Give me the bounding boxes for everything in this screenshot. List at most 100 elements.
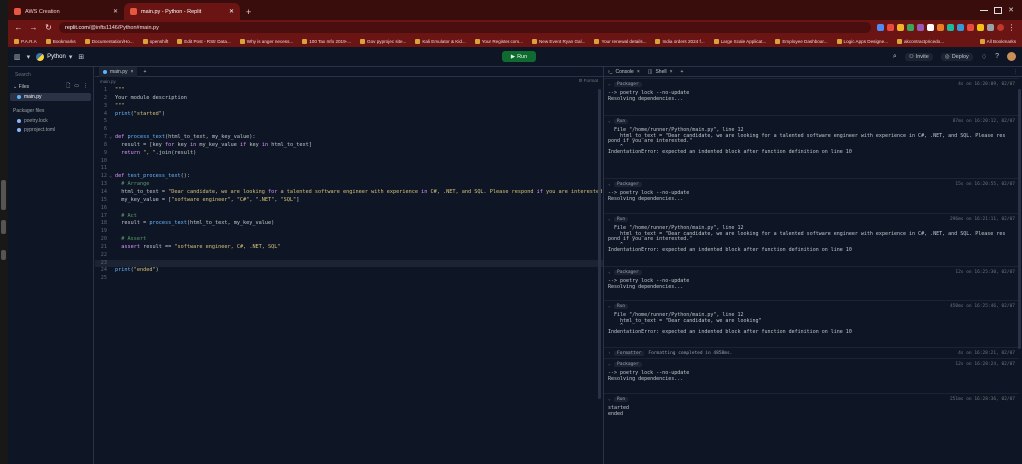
- extension-icon[interactable]: [967, 24, 974, 31]
- bookmark-item[interactable]: Your renewal details...: [594, 38, 646, 44]
- close-tab-icon[interactable]: ✕: [113, 8, 118, 15]
- extension-icon[interactable]: [937, 24, 944, 31]
- maximize-icon[interactable]: [994, 6, 1003, 14]
- tab-main-py[interactable]: main.py ×: [99, 66, 138, 77]
- entry-header[interactable]: ⌄ Run 296ms on 16:21:11, 02/07: [604, 215, 1019, 223]
- tab-console[interactable]: ›_ Console ×: [608, 69, 640, 75]
- help-icon[interactable]: ?: [995, 53, 999, 60]
- chevron-down-icon[interactable]: ⌄: [13, 84, 17, 90]
- bookmark-item[interactable]: Your Register.com...: [474, 38, 523, 44]
- new-file-icon[interactable]: 🗋: [66, 83, 70, 91]
- extension-icon[interactable]: [957, 24, 964, 31]
- bookmark-item[interactable]: Documentation/Ho...: [84, 38, 134, 44]
- format-button[interactable]: ⚙ Format: [578, 78, 598, 84]
- code-line[interactable]: 21 assert result == "software engineer, …: [95, 244, 603, 252]
- browser-tab-aws[interactable]: AWS Creation ✕: [8, 3, 124, 20]
- url-bar[interactable]: replit.com/@infts1146/Python#main.py: [59, 22, 871, 33]
- bookmark-item[interactable]: akcontractpricedo...: [896, 38, 944, 44]
- extension-icon[interactable]: [907, 24, 914, 31]
- bookmark-item[interactable]: Why is anger necess...: [239, 38, 293, 44]
- menu-dots-icon[interactable]: ⋮: [1007, 23, 1016, 32]
- entry-header[interactable]: ⌄ Packager 4s on 16:20:09, 02/07: [604, 80, 1019, 88]
- code-line[interactable]: 9 return ", ".join(result): [95, 150, 603, 158]
- code-line[interactable]: 6: [95, 126, 603, 134]
- bookmark-item[interactable]: New Event Ryan Gal...: [531, 38, 585, 44]
- code-line[interactable]: 8 result = [key for key in my_key_value …: [95, 142, 603, 150]
- bookmark-item[interactable]: Edit Post - RStr Data...: [177, 38, 231, 44]
- entry-header[interactable]: ⌄ Run 450ms on 16:25:46, 02/07: [604, 302, 1019, 310]
- code-line[interactable]: 20 # Assert: [95, 236, 603, 244]
- invite-button[interactable]: ⚇ Invite: [904, 52, 933, 61]
- file-item-pyproject-toml[interactable]: pyproject.toml: [10, 126, 91, 134]
- code-line[interactable]: 18 result = process_text(html_to_text, m…: [95, 220, 603, 228]
- code-line[interactable]: 14 html_to_text = "Dear candidate, we ar…: [95, 189, 609, 197]
- extension-icon[interactable]: [947, 24, 954, 31]
- code-line[interactable]: 2 Your module description: [95, 95, 603, 103]
- code-line[interactable]: 23: [95, 259, 603, 268]
- layout-icon[interactable]: ⊞: [78, 53, 84, 61]
- editor-scrollbar[interactable]: [598, 89, 601, 399]
- tab-shell[interactable]: ◫ Shell ×: [648, 69, 673, 75]
- deploy-button[interactable]: ◎ Deploy: [940, 52, 973, 61]
- entry-header[interactable]: ⌄ Packager 12s on 16:28:24, 02/07: [604, 360, 1019, 368]
- more-options-icon[interactable]: ⋮: [1013, 69, 1018, 75]
- code-line[interactable]: 13 # Arrange: [95, 181, 603, 189]
- browser-tab-replit[interactable]: main.py - Python - Replit ✕: [124, 3, 240, 20]
- code-line[interactable]: 7 ⌄ def process_text(html_to_text, my_key_…: [95, 134, 603, 142]
- code-line[interactable]: 24 print("ended"): [95, 267, 603, 275]
- bookmark-item[interactable]: P.A.R.A: [14, 38, 37, 44]
- code-line[interactable]: 5: [95, 118, 603, 126]
- bookmark-item[interactable]: Gov pyprojec site...: [360, 38, 406, 44]
- close-icon[interactable]: ×: [670, 69, 673, 75]
- code-line[interactable]: 15 my_key_value = ["software engineer", …: [95, 197, 603, 205]
- forward-icon[interactable]: →: [29, 23, 38, 32]
- search-input[interactable]: Search: [12, 70, 89, 79]
- bookmark-item[interactable]: India orders 2024 f...: [655, 38, 705, 44]
- new-tab-button[interactable]: +: [240, 3, 257, 20]
- extension-icon[interactable]: [917, 24, 924, 31]
- code-line[interactable]: 11: [95, 165, 603, 173]
- bookmark-item[interactable]: All Bookmarks: [979, 38, 1016, 44]
- file-item-poetry-lock[interactable]: poetry.lock: [10, 117, 91, 125]
- bookmark-item[interactable]: Bookmarks: [45, 38, 76, 44]
- more-options-icon[interactable]: ⋮: [83, 83, 88, 91]
- repl-name-button[interactable]: Python ▾: [36, 52, 72, 61]
- minimize-icon[interactable]: [980, 9, 989, 11]
- code-area[interactable]: 1 """ 2 Your module description 3 """ 4 print("…: [95, 87, 609, 283]
- extension-icon[interactable]: [987, 24, 994, 31]
- notifications-icon[interactable]: ♢: [981, 53, 987, 61]
- new-folder-icon[interactable]: ▭: [74, 83, 79, 91]
- code-line[interactable]: 4 print("started"): [95, 111, 603, 119]
- bookmark-item[interactable]: 100 Tax Info 2019-...: [302, 38, 351, 44]
- bookmark-item[interactable]: Kali Emulator & Kid...: [415, 38, 466, 44]
- code-line[interactable]: 25: [95, 275, 603, 283]
- back-icon[interactable]: ←: [14, 23, 23, 32]
- search-icon[interactable]: ⌕: [893, 53, 897, 61]
- avatar[interactable]: [1007, 52, 1016, 61]
- close-icon[interactable]: ×: [637, 69, 640, 75]
- bookmark-item[interactable]: Large Scale Applicat...: [713, 38, 766, 44]
- bookmark-item[interactable]: Logic Apps Designe...: [836, 38, 888, 44]
- extension-icon[interactable]: [897, 24, 904, 31]
- extension-icon[interactable]: [927, 24, 934, 31]
- code-line[interactable]: 1 """: [95, 87, 603, 95]
- bookmark-item[interactable]: Employee Dashboar...: [775, 38, 828, 44]
- sidebar-toggle-icon[interactable]: ▥: [14, 53, 21, 61]
- run-button[interactable]: ▶ Run: [502, 51, 536, 62]
- entry-header[interactable]: ⌄ Run 251ms on 16:28:36, 02/07: [604, 395, 1019, 403]
- code-line[interactable]: 22: [95, 252, 603, 260]
- code-line[interactable]: 17 # Act: [95, 213, 603, 221]
- close-window-icon[interactable]: ✕: [1008, 6, 1014, 14]
- file-item-main-py[interactable]: main.py: [10, 93, 91, 101]
- close-tab-icon[interactable]: ✕: [229, 8, 234, 15]
- console-scrollbar[interactable]: [1018, 89, 1021, 349]
- code-line[interactable]: 16: [95, 205, 603, 213]
- extension-icon[interactable]: [877, 24, 884, 31]
- bookmark-item[interactable]: openshift: [142, 38, 168, 44]
- replit-menu-icon[interactable]: ▾: [27, 53, 31, 61]
- code-line[interactable]: 3 """: [95, 103, 603, 111]
- code-line[interactable]: 10: [95, 158, 603, 166]
- extension-icon[interactable]: [977, 24, 984, 31]
- add-tab-icon[interactable]: +: [681, 69, 684, 75]
- close-icon[interactable]: ×: [131, 69, 134, 75]
